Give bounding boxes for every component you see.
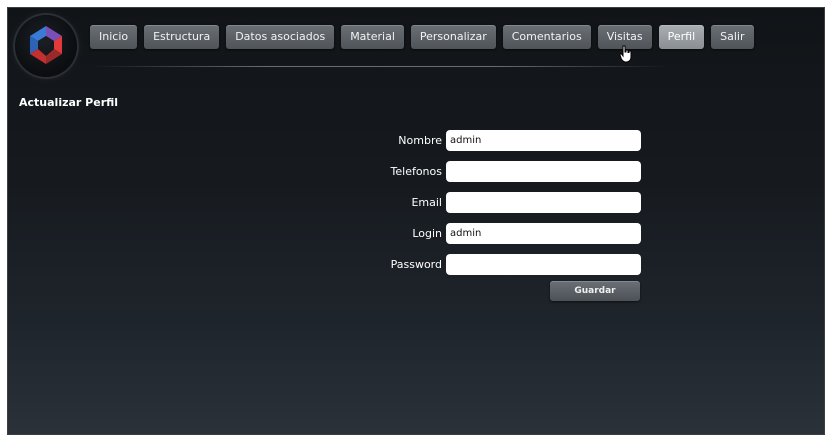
form-row-email: Email: [378, 187, 641, 218]
nav-material-button[interactable]: Material: [341, 25, 404, 49]
nav-estructura-button[interactable]: Estructura: [144, 25, 220, 49]
form-row-login: Login: [378, 218, 641, 249]
logo[interactable]: [15, 15, 77, 77]
form-row-nombre: Nombre: [378, 125, 641, 156]
nav-salir-button[interactable]: Salir: [711, 25, 754, 49]
nav-personalizar-button[interactable]: Personalizar: [410, 25, 496, 49]
email-label: Email: [411, 196, 442, 209]
nombre-label: Nombre: [398, 134, 442, 147]
nombre-input[interactable]: [446, 130, 641, 151]
password-input[interactable]: [446, 254, 641, 275]
password-label: Password: [390, 258, 442, 271]
guardar-button[interactable]: Guardar: [550, 281, 640, 301]
form-row-password: Password: [378, 249, 641, 280]
nav-comentarios-button[interactable]: Comentarios: [502, 25, 591, 49]
main-nav: Inicio Estructura Datos asociados Materi…: [90, 25, 754, 49]
nav-datos-asociados-button[interactable]: Datos asociados: [226, 25, 335, 49]
page-title: Actualizar Perfil: [19, 96, 119, 109]
profile-form: Nombre Telefonos Email Login Password: [378, 125, 641, 280]
nav-divider: [90, 66, 670, 67]
form-row-telefonos: Telefonos: [378, 156, 641, 187]
telefonos-label: Telefonos: [390, 165, 442, 178]
app-frame: Inicio Estructura Datos asociados Materi…: [7, 7, 825, 435]
login-input[interactable]: [446, 223, 641, 244]
nav-perfil-button[interactable]: Perfil: [658, 25, 705, 49]
email-input[interactable]: [446, 192, 641, 213]
telefonos-input[interactable]: [446, 161, 641, 182]
logo-icon: [30, 26, 62, 64]
login-label: Login: [412, 227, 442, 240]
nav-inicio-button[interactable]: Inicio: [90, 25, 138, 49]
hand-cursor-icon: [619, 45, 632, 63]
